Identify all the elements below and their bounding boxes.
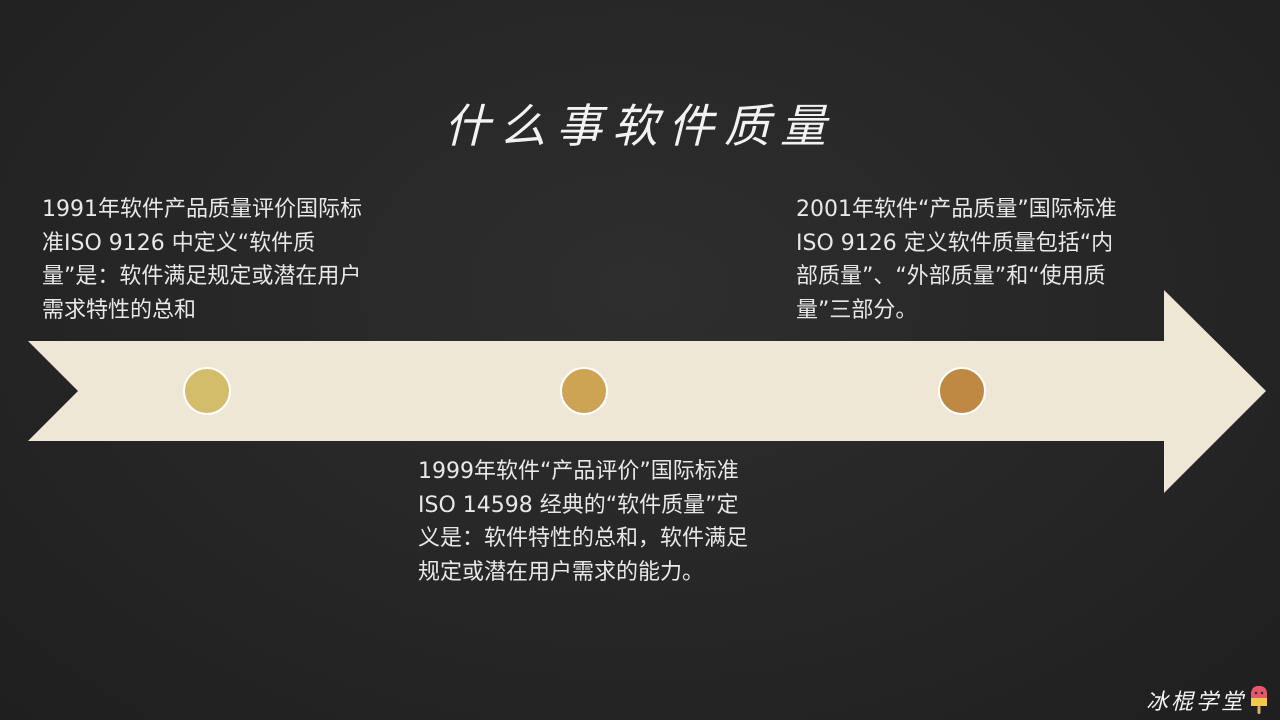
slide: 什么事软件质量 1991年软件产品质量评价国际标准ISO 9126 中定义“软件… bbox=[0, 0, 1280, 720]
timeline-text-1999: 1999年软件“产品评价”国际标准ISO 14598 经典的“软件质量”定义是：… bbox=[418, 459, 749, 585]
popsicle-icon bbox=[1251, 686, 1267, 714]
brand-logo: 冰棍学堂 bbox=[1146, 684, 1270, 716]
timeline-text-2001: 2001年软件“产品质量”国际标准ISO 9126 定义软件质量包括“内部质量”… bbox=[796, 197, 1117, 323]
timeline-dot-2001 bbox=[938, 367, 986, 415]
brand-logo-text: 冰棍学堂 bbox=[1145, 690, 1246, 715]
timeline-text-1991: 1991年软件产品质量评价国际标准ISO 9126 中定义“软件质量”是：软件满… bbox=[42, 197, 362, 323]
timeline-dot-1991 bbox=[183, 367, 231, 415]
timeline-arrow bbox=[28, 290, 1266, 493]
timeline-dot-1999 bbox=[560, 367, 608, 415]
